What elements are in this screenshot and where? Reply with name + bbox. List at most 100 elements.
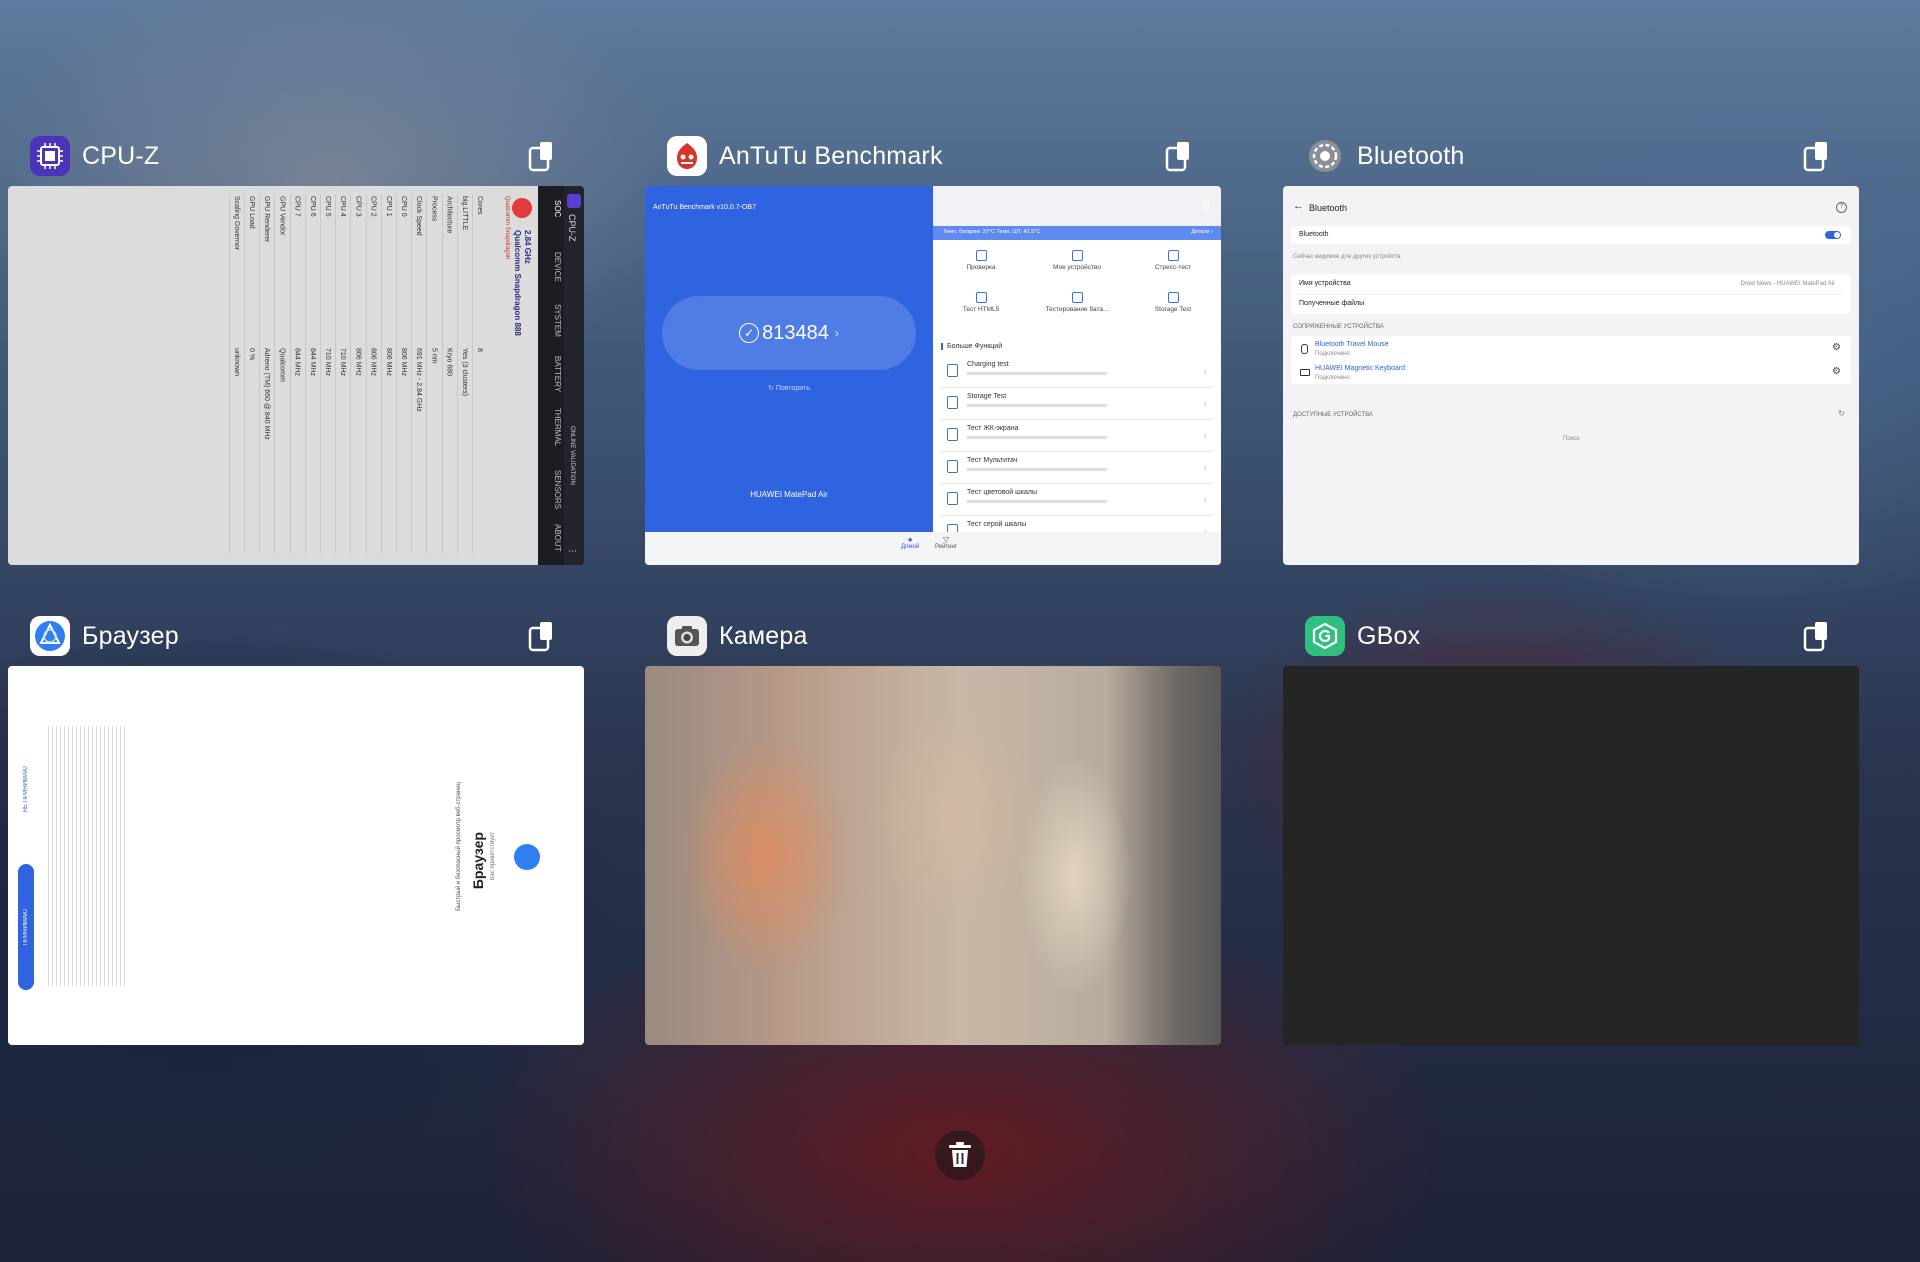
nav-ranking[interactable]: ▽ Рейтинг — [935, 535, 957, 550]
card-header: Браузер — [8, 610, 584, 662]
antutu-function-item[interactable]: Тест ЖК-экрана › — [941, 420, 1213, 452]
app-thumbnail[interactable]: Вас приветствует Браузер Быстрый и безоп… — [8, 666, 584, 1045]
function-icon — [947, 492, 958, 505]
antutu-status-band: Темп. батареи: 37°C Темп. ЦП: 42.5°C Дет… — [933, 226, 1221, 240]
paired-device-row[interactable]: HUAWEI Magnetic Keyboard Подключено ⚙ — [1291, 360, 1851, 384]
spec-label: CPU 3 — [354, 196, 362, 217]
antutu-tool-item[interactable]: Проверка — [933, 250, 1029, 271]
bt-device-name-row[interactable]: Имя устройства Droid News - HUAWEI MateP… — [1291, 274, 1851, 314]
spec-row — [350, 194, 352, 554]
spec-label: CPU 0 — [400, 196, 407, 217]
refresh-icon: ↻ — [768, 385, 774, 392]
antutu-tool-item[interactable]: Стресс-тест — [1125, 250, 1221, 271]
card-header: Bluetooth — [1283, 130, 1859, 182]
app-thumbnail[interactable] — [645, 666, 1221, 1045]
card-header: CPU-Z — [8, 130, 584, 182]
spec-label: Clock Speed — [415, 196, 423, 236]
settings-gear-icon[interactable]: ⚙ — [1201, 200, 1211, 213]
chevron-right-icon: › — [1203, 462, 1207, 473]
refresh-icon[interactable]: ↻ — [1838, 409, 1845, 418]
help-icon[interactable]: ? — [1836, 202, 1847, 213]
back-arrow-icon[interactable]: ← — [1293, 200, 1304, 212]
app-thumbnail[interactable]: CPU-Z ONLINE VALIDATION ⋯ SOC DEVICE SYS… — [8, 186, 584, 565]
card-header: GBox — [1283, 610, 1859, 662]
clear-all-trash-button[interactable] — [935, 1130, 985, 1180]
antutu-function-item[interactable]: Storage Test › — [941, 388, 1213, 420]
recent-app-card-cpuz[interactable]: CPU-Z CPU-Z ONLINE VALIDATION ⋯ SOC DEVI… — [8, 130, 584, 565]
tab-device[interactable]: DEVICE — [540, 252, 562, 282]
antutu-tool-item[interactable]: Тест HTML5 — [933, 292, 1029, 313]
more-functions-header: Больше Функций — [941, 343, 1002, 350]
spec-label: CPU 7 — [293, 196, 301, 217]
spec-label: CPU 6 — [308, 196, 316, 217]
more-icon[interactable]: ⋯ — [568, 546, 577, 557]
spec-row — [426, 194, 428, 554]
tab-system[interactable]: SYSTEM — [540, 304, 562, 337]
antutu-function-item[interactable]: Charging test › — [941, 356, 1213, 388]
app-thumbnail[interactable]: AnTuTu Benchmark v10.0.7-OB7 ✓ 813484 › … — [645, 186, 1221, 565]
tab-soc[interactable]: SOC — [540, 200, 562, 217]
spec-value: 691 MHz - 2.84 GHz — [415, 348, 423, 412]
lock-app-icon[interactable] — [528, 142, 554, 172]
spec-label: Architecture — [445, 196, 453, 234]
spec-label: CPU 1 — [384, 196, 392, 217]
retest-button[interactable]: ↻ Повторить — [645, 384, 933, 392]
device-settings-gear-icon[interactable]: ⚙ — [1832, 342, 1841, 353]
lock-app-icon[interactable] — [1803, 622, 1829, 652]
spec-row — [304, 194, 306, 554]
tool-icon — [975, 250, 987, 261]
lock-app-icon[interactable] — [1165, 142, 1191, 172]
antutu-tool-item[interactable]: Тестирование бата... — [1029, 292, 1125, 313]
chip-model: Qualcomm Snapdragon 888 — [513, 230, 522, 336]
recent-app-card-camera[interactable]: Камера — [645, 610, 1221, 1045]
tool-icon — [1167, 250, 1179, 261]
recent-app-card-bluetooth[interactable]: Bluetooth ← Bluetooth ? Bluetooth Сейчас… — [1283, 130, 1859, 565]
tab-battery[interactable]: BATTERY — [540, 356, 562, 392]
antutu-function-item[interactable]: Тест Мультитач › — [941, 452, 1213, 484]
device-name: HUAWEI MatePad Air — [750, 490, 828, 499]
paired-devices-list: Bluetooth Travel Mouse Подключено ⚙ HUAW… — [1291, 336, 1851, 384]
antutu-score-pill[interactable]: ✓ 813484 › — [662, 296, 916, 370]
bt-toggle-switch[interactable] — [1825, 231, 1841, 239]
tab-thermal[interactable]: THERMAL — [540, 408, 562, 446]
spec-row — [365, 194, 367, 554]
app-thumbnail[interactable] — [1283, 666, 1859, 1045]
lock-app-icon[interactable] — [528, 622, 554, 652]
recent-app-card-browser[interactable]: Браузер Вас приветствует Браузер Быстрый… — [8, 610, 584, 1045]
paired-device-row[interactable]: Bluetooth Travel Mouse Подключено ⚙ — [1291, 336, 1851, 360]
browser-welcome: Вас приветствует — [490, 832, 496, 881]
tab-sensors[interactable]: SENSORS — [540, 470, 562, 509]
spec-row — [456, 194, 458, 554]
gbox-app-icon — [1305, 616, 1345, 656]
cpuz-online-validation[interactable]: ONLINE VALIDATION — [569, 426, 575, 485]
recent-app-card-gbox[interactable]: GBox — [1283, 610, 1859, 1045]
spec-label: GPU Load — [248, 196, 255, 229]
antutu-tool-item[interactable]: Мое устройство — [1029, 250, 1125, 271]
bt-visibility-note: Сейчас видимое для других устройств — [1293, 254, 1401, 260]
antutu-function-item[interactable]: Тест цветовой шкалы › — [941, 484, 1213, 516]
app-name: Камера — [719, 621, 808, 650]
lock-app-icon[interactable] — [1803, 142, 1829, 172]
device-settings-gear-icon[interactable]: ⚙ — [1832, 366, 1841, 377]
spec-label: GPU Vendor — [278, 196, 286, 236]
tab-about[interactable]: ABOUT — [540, 524, 562, 552]
decline-button[interactable]: НЕ ПРИНИМАЮ — [18, 726, 34, 852]
cpuz-logo-icon — [567, 194, 581, 208]
chevron-right-icon: › — [1203, 430, 1207, 441]
spec-value: 710 MHz — [324, 348, 331, 377]
cpuz-brand: CPU-Z — [567, 214, 577, 242]
keyboard-icon — [1300, 369, 1310, 376]
tool-icon — [1071, 292, 1083, 303]
cpuz-brand-bar: CPU-Z ONLINE VALIDATION ⋯ — [564, 186, 584, 565]
nav-home[interactable]: ● Домой — [901, 535, 919, 550]
app-thumbnail[interactable]: ← Bluetooth ? Bluetooth Сейчас видимое д… — [1283, 186, 1859, 565]
accept-button[interactable]: ПРИНИМАЮ — [18, 864, 34, 990]
snapdragon-logo-icon — [512, 198, 532, 218]
antutu-tool-item[interactable]: Storage Test — [1125, 292, 1221, 313]
spec-value: Adreno (TM) 660 @ 840 MHz — [263, 348, 271, 440]
details-link[interactable]: Детали › — [1191, 229, 1213, 235]
spec-value: 5 nm — [430, 348, 438, 364]
bt-toggle-row[interactable]: Bluetooth — [1291, 226, 1851, 244]
recent-app-card-antutu[interactable]: AnTuTu Benchmark AnTuTu Benchmark v10.0.… — [645, 130, 1221, 565]
received-files-row[interactable]: Полученные файлы — [1299, 300, 1364, 307]
